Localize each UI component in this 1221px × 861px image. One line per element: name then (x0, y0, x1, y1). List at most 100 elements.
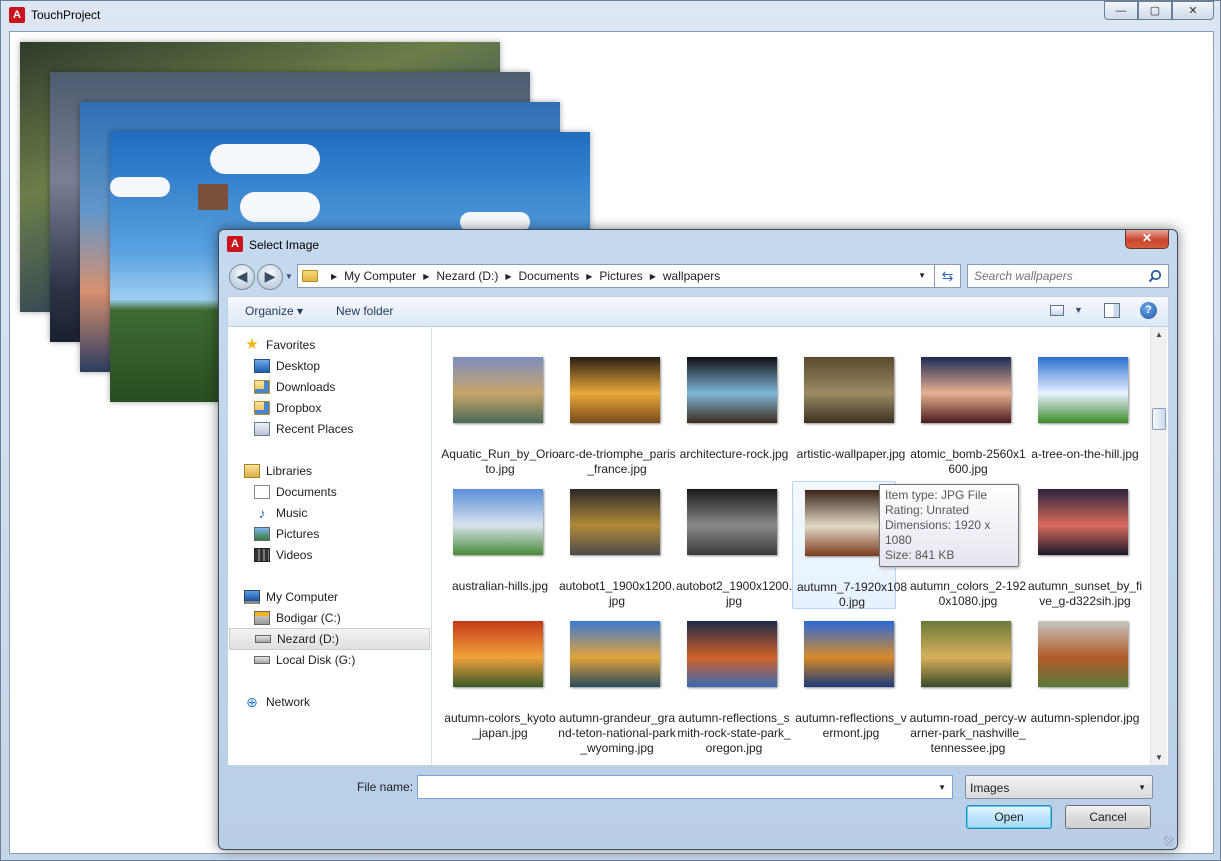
vertical-scrollbar[interactable]: ▲ ▼ (1150, 327, 1167, 765)
videos-icon (254, 548, 270, 562)
organize-button[interactable]: Organize ▾ (245, 304, 303, 318)
breadcrumb-separator[interactable]: ▶ (586, 272, 592, 281)
nav-libraries-header[interactable]: Libraries (244, 461, 312, 481)
breadcrumb-separator[interactable]: ▶ (505, 272, 511, 281)
refresh-button[interactable]: ⇆ (935, 264, 961, 288)
file-tooltip: Item type: JPG File Rating: Unrated Dime… (879, 484, 1019, 567)
nav-item-documents[interactable]: Documents (254, 482, 337, 502)
breadcrumb-wallpapers[interactable]: wallpapers (663, 269, 720, 283)
system-drive-icon (254, 611, 270, 625)
address-dropdown-button[interactable]: ▼ (918, 271, 926, 280)
nav-item-drive-d[interactable]: Nezard (D:) (229, 628, 430, 650)
chevron-down-icon[interactable]: ▼ (938, 783, 946, 792)
file-name-label: autumn-colors_kyoto_japan.jpg (444, 711, 556, 740)
chevron-down-icon[interactable]: ▼ (1138, 783, 1146, 792)
breadcrumb-my-computer[interactable]: My Computer (344, 269, 416, 283)
file-item[interactable]: autumn-splendor.jpg (1026, 613, 1139, 741)
open-button[interactable]: Open (966, 805, 1052, 829)
nav-item-desktop[interactable]: Desktop (254, 356, 320, 376)
file-name-label: australian-hills.jpg (451, 579, 549, 593)
file-item[interactable]: autumn-road_percy-warner-park_nashville_… (909, 613, 1026, 755)
nav-network[interactable]: ⊕ Network (244, 692, 310, 712)
maximize-button[interactable]: ▢ (1138, 1, 1172, 20)
main-titlebar[interactable]: A TouchProject — ▢ ✕ (1, 1, 1220, 31)
image-thumbnail (570, 357, 660, 423)
file-item[interactable]: architecture-rock.jpg (675, 349, 788, 477)
file-name-combobox[interactable]: ▼ (417, 775, 953, 799)
preview-pane-button[interactable] (1104, 303, 1120, 318)
search-input[interactable] (974, 269, 1144, 283)
scroll-thumb[interactable] (1152, 408, 1166, 430)
window-title: TouchProject (31, 8, 101, 22)
nav-favorites-header[interactable]: ★ Favorites (244, 335, 315, 355)
star-icon: ★ (245, 336, 259, 353)
computer-icon (244, 590, 260, 604)
file-item[interactable]: autumn-reflections_vermont.jpg (792, 613, 907, 741)
breadcrumb-nezard[interactable]: Nezard (D:) (436, 269, 498, 283)
file-item[interactable]: autumn-reflections_smith-rock-state-park… (675, 613, 791, 755)
nav-my-computer-header[interactable]: My Computer (244, 587, 338, 607)
nav-item-drive-c[interactable]: Bodigar (C:) (254, 608, 341, 628)
file-name-input[interactable] (422, 780, 922, 794)
file-item[interactable]: arc-de-triomphe_paris_france.jpg (558, 349, 676, 477)
file-name-label: autumn_sunset_by_five_g-d322sih.jpg (1027, 579, 1143, 608)
search-icon[interactable] (1148, 269, 1162, 283)
image-thumbnail (453, 489, 543, 555)
nav-item-music[interactable]: ♪ Music (254, 503, 308, 523)
image-thumbnail (687, 489, 777, 555)
file-name-label: autumn_colors_2-1920x1080.jpg (909, 579, 1027, 608)
nav-item-recent-places[interactable]: Recent Places (254, 419, 353, 439)
recent-locations-dropdown[interactable]: ▼ (285, 272, 293, 281)
change-view-button[interactable]: ▼ (1048, 304, 1086, 320)
resize-grip[interactable] (1164, 836, 1174, 846)
image-thumbnail (570, 489, 660, 555)
file-item[interactable]: autobot2_1900x1200.jpg (675, 481, 792, 609)
back-button[interactable]: ◀ (229, 264, 255, 290)
chevron-down-icon[interactable]: ▼ (1074, 305, 1083, 315)
file-item[interactable]: autobot1_1900x1200.jpg (558, 481, 675, 609)
nav-item-videos[interactable]: Videos (254, 545, 312, 565)
help-button[interactable]: ? (1140, 302, 1157, 319)
file-list-pane: Aquatic_Run_by_Orioto.jpg arc-de-triomphe… (432, 326, 1169, 766)
file-item[interactable]: Aquatic_Run_by_Orioto.jpg (441, 349, 559, 477)
scroll-up-arrow[interactable]: ▲ (1155, 330, 1163, 339)
libraries-icon (244, 464, 260, 478)
file-name-label: arc-de-triomphe_paris_france.jpg (558, 447, 676, 476)
address-bar[interactable]: ▶ My Computer ▶ Nezard (D:) ▶ Documents … (297, 264, 935, 288)
search-box[interactable] (967, 264, 1169, 288)
breadcrumb-documents[interactable]: Documents (519, 269, 580, 283)
nav-item-dropbox[interactable]: Dropbox (254, 398, 321, 418)
breadcrumb-separator[interactable]: ▶ (650, 272, 656, 281)
file-item[interactable]: autumn_sunset_by_five_g-d322sih.jpg (1026, 481, 1142, 609)
scroll-down-arrow[interactable]: ▼ (1155, 753, 1163, 762)
nav-item-drive-g[interactable]: Local Disk (G:) (254, 650, 355, 670)
minimize-button[interactable]: — (1104, 1, 1138, 20)
breadcrumb-separator[interactable]: ▶ (423, 272, 429, 281)
file-item[interactable]: artistic-wallpaper.jpg (792, 349, 905, 477)
file-item[interactable]: atomic_bomb-2560x1600.jpg (909, 349, 1026, 477)
new-folder-button[interactable]: New folder (336, 304, 393, 318)
recent-places-icon (254, 422, 270, 436)
image-thumbnail (1038, 357, 1128, 423)
file-item[interactable]: autumn-colors_kyoto_japan.jpg (441, 613, 556, 741)
nav-item-downloads[interactable]: Downloads (254, 377, 335, 397)
forward-button[interactable]: ▶ (257, 264, 283, 290)
nav-item-pictures[interactable]: Pictures (254, 524, 319, 544)
nav-label: Local Disk (G:) (276, 653, 356, 667)
breadcrumb-separator[interactable]: ▶ (331, 272, 337, 281)
file-item[interactable]: australian-hills.jpg (441, 481, 548, 609)
folder-icon (302, 270, 318, 282)
file-name-label: atomic_bomb-2560x1600.jpg (910, 447, 1026, 476)
dialog-close-button[interactable]: ✕ (1125, 230, 1169, 249)
file-item[interactable]: a-tree-on-the-hill.jpg (1026, 349, 1139, 477)
app-icon: A (9, 7, 25, 23)
image-thumbnail (921, 357, 1011, 423)
close-button[interactable]: ✕ (1172, 1, 1214, 20)
file-name-label: autumn-splendor.jpg (1030, 711, 1140, 725)
file-item[interactable]: autumn-grandeur_grand-teton-national-par… (558, 613, 676, 755)
file-name-label: autumn-road_percy-warner-park_nashville_… (909, 711, 1027, 755)
cancel-button[interactable]: Cancel (1065, 805, 1151, 829)
nav-label: Music (276, 506, 308, 520)
file-type-select[interactable]: Images ▼ (965, 775, 1153, 799)
breadcrumb-pictures[interactable]: Pictures (599, 269, 642, 283)
